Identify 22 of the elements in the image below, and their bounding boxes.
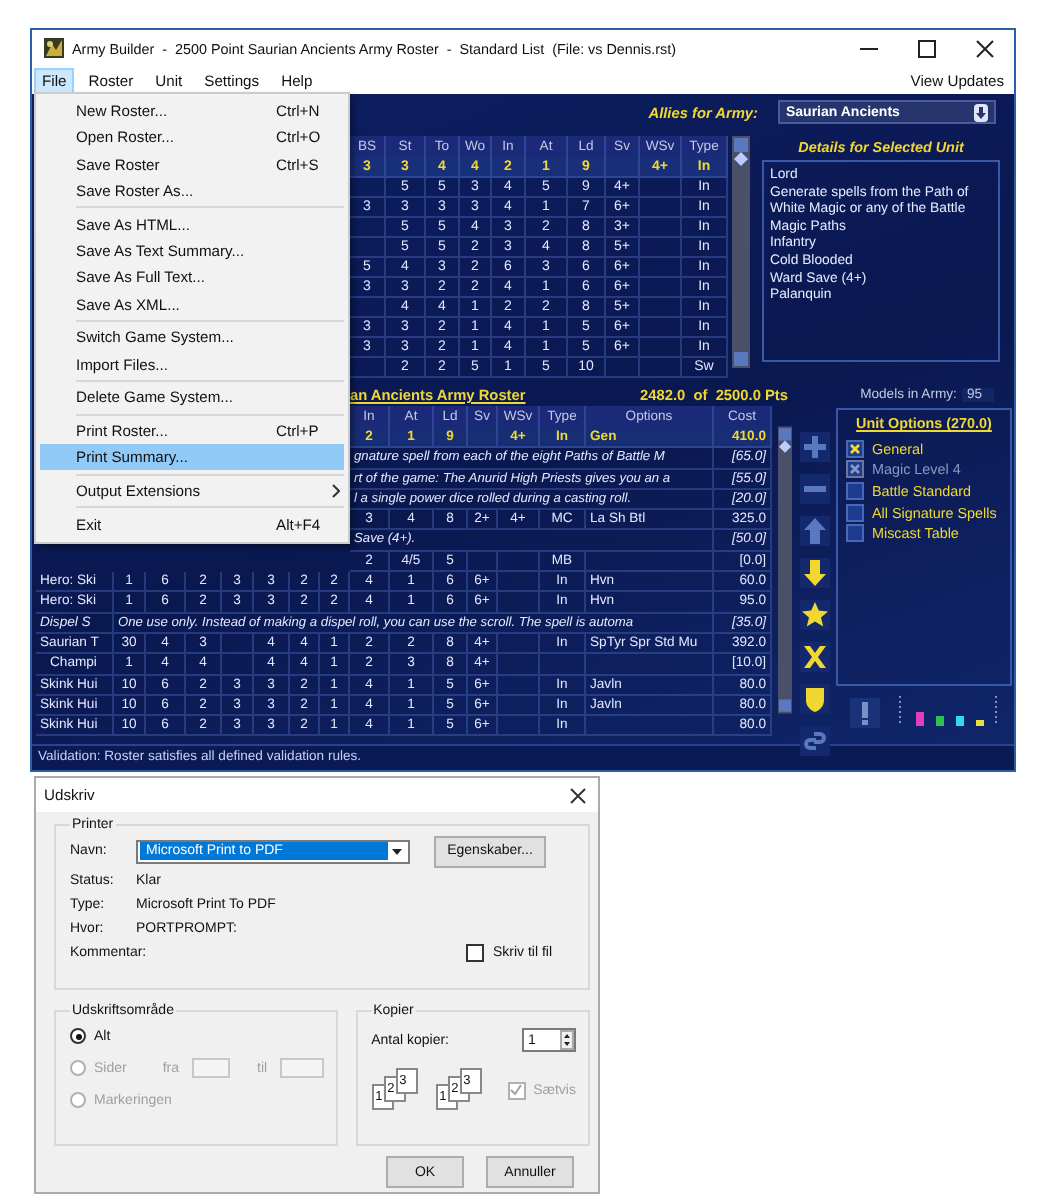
checkbox[interactable]: [846, 503, 864, 522]
app-icon: [44, 38, 64, 58]
close-icon[interactable]: [976, 39, 994, 57]
close-icon[interactable]: [570, 787, 586, 803]
check-icon: [510, 1084, 523, 1096]
checkbox[interactable]: [846, 524, 864, 543]
x-icon[interactable]: [800, 642, 830, 672]
checkbox[interactable]: [846, 481, 864, 500]
down-arrow-icon: [388, 843, 406, 859]
down-arrow-icon[interactable]: [800, 558, 830, 588]
checkbox[interactable]: [846, 439, 864, 458]
maximize-icon[interactable]: [918, 39, 936, 57]
minimize-icon[interactable]: [860, 47, 878, 49]
scrollbar[interactable]: [732, 136, 750, 368]
input-field[interactable]: [191, 1058, 230, 1078]
shield-icon[interactable]: [800, 684, 830, 714]
spin-arrows-icon[interactable]: [560, 1030, 574, 1050]
input-field[interactable]: [279, 1058, 324, 1078]
down-arrow-icon: [974, 103, 988, 121]
star-icon[interactable]: [800, 600, 830, 630]
alert-icon[interactable]: [850, 698, 880, 728]
meter-drawing: [898, 694, 998, 728]
